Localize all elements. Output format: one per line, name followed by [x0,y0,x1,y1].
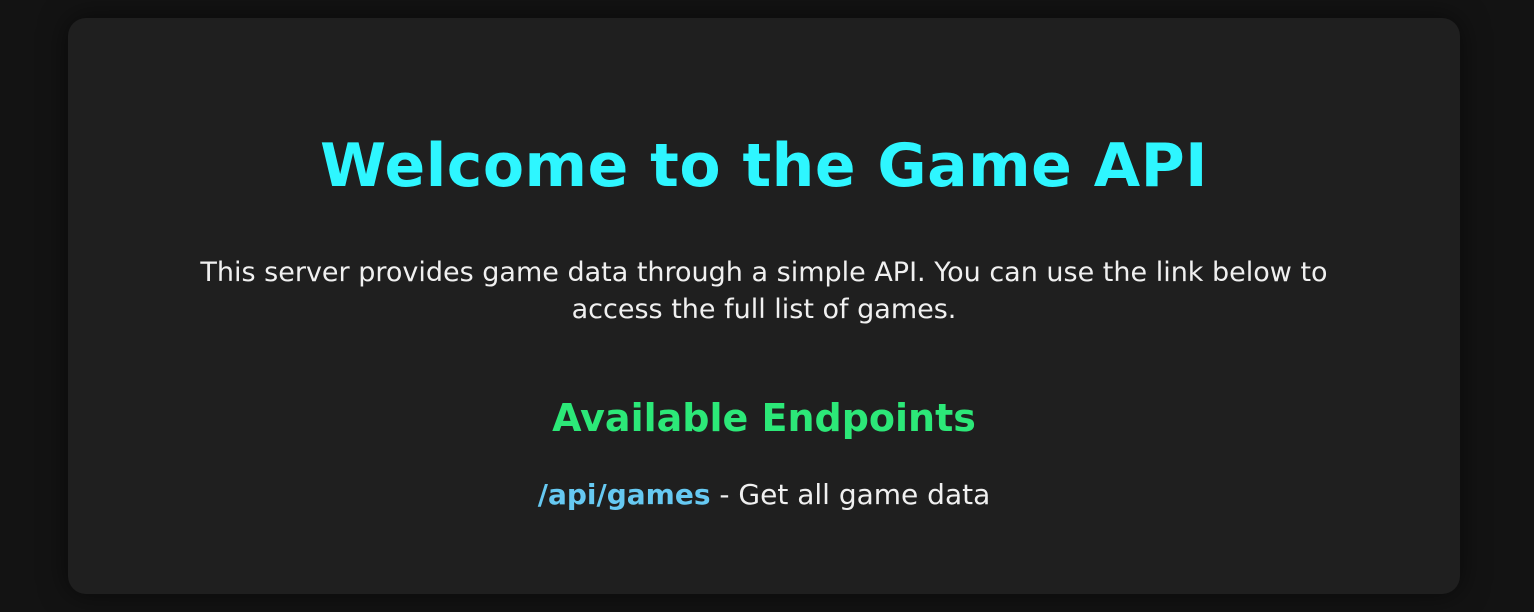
page-title: Welcome to the Game API [319,131,1209,201]
endpoint-item: /api/games - Get all game data [68,478,1460,512]
main-card: Welcome to the Game API This server prov… [68,18,1460,594]
description-line-1: This server provides game data through a… [200,257,1328,288]
description-line-2: access the full list of games. [571,294,957,325]
endpoints-heading: Available Endpoints [552,396,976,440]
page-description: This server provides game data through a… [68,254,1460,328]
endpoint-description: Get all game data [738,478,991,511]
api-games-link[interactable]: /api/games [538,478,711,511]
endpoint-separator: - [710,478,739,511]
